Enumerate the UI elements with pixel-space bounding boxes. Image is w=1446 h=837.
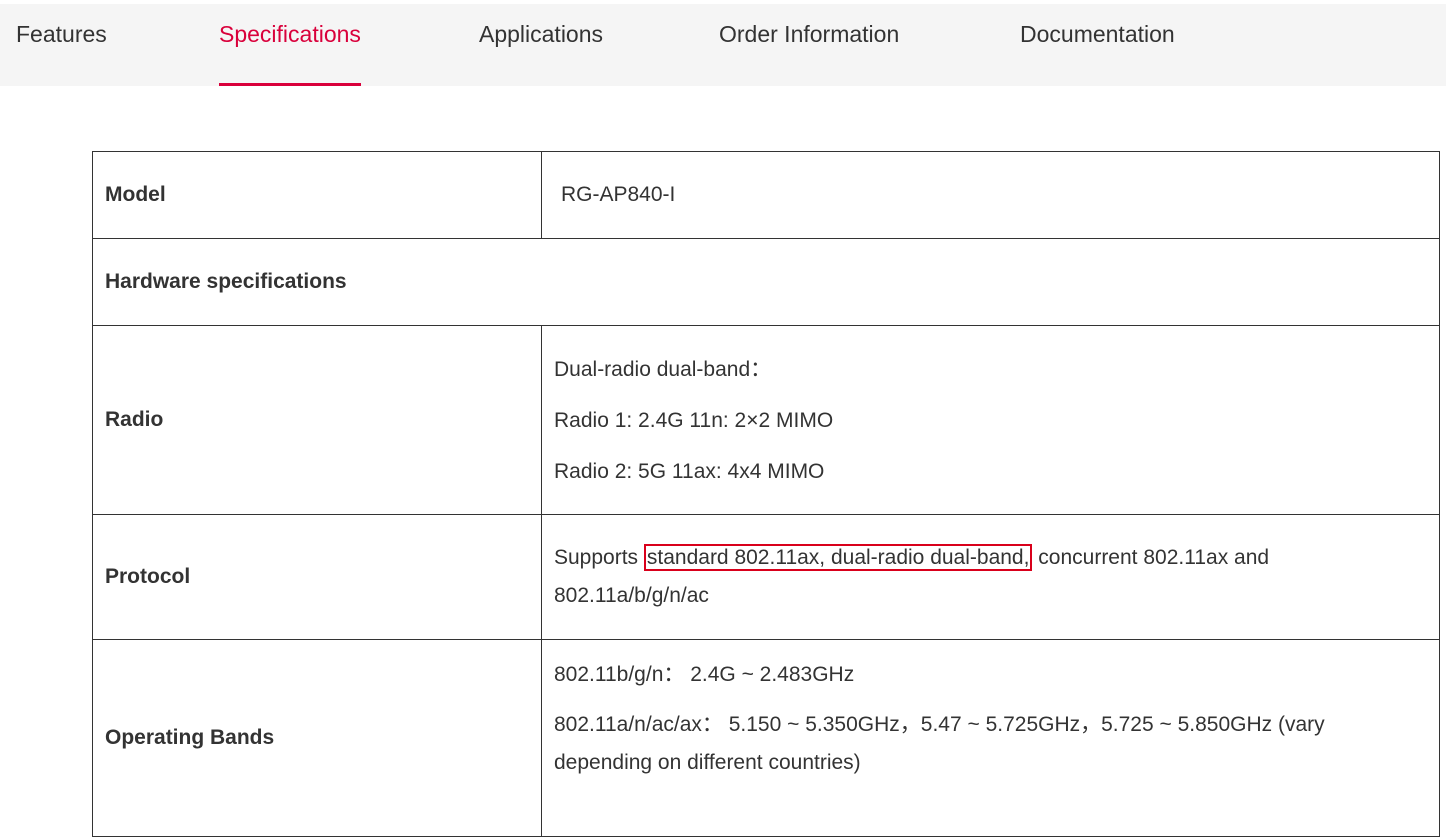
table-row-hardware-section: Hardware specifications (92, 238, 1440, 326)
protocol-highlight-box: standard 802.11ax, dual-radio dual-band, (643, 544, 1033, 571)
table-row-model: Model RG-AP840-I (92, 151, 1440, 239)
table-row-radio: Radio Dual-radio dual-band： Radio 1: 2.4… (92, 325, 1440, 515)
tab-documentation[interactable]: Documentation (1020, 4, 1175, 86)
radio-value: Dual-radio dual-band： Radio 1: 2.4G 11n:… (541, 325, 1440, 515)
protocol-label: Protocol (92, 514, 542, 640)
tab-features[interactable]: Features (16, 4, 107, 86)
specifications-table: Model RG-AP840-I Hardware specifications… (92, 151, 1440, 837)
radio-line: Radio 2: 5G 11ax: 4x4 MIMO (554, 459, 825, 483)
tab-specifications[interactable]: Specifications (219, 4, 361, 86)
operating-bands-label: Operating Bands (92, 639, 542, 837)
model-value: RG-AP840-I (541, 151, 1440, 239)
operating-band-line: 802.11a/n/ac/ax： 5.150 ~ 5.350GHz，5.47 ~… (554, 713, 1325, 774)
protocol-prefix: Supports (554, 546, 644, 569)
radio-line: Radio 1: 2.4G 11n: 2×2 MIMO (554, 408, 834, 432)
tab-order-information[interactable]: Order Information (719, 4, 899, 86)
protocol-value: Supports standard 802.11ax, dual-radio d… (541, 514, 1440, 640)
tab-bar: Features Specifications Applications Ord… (0, 4, 1446, 86)
tab-applications[interactable]: Applications (479, 4, 603, 86)
radio-line: Dual-radio dual-band： (554, 357, 772, 381)
radio-label: Radio (92, 325, 542, 515)
table-row-protocol: Protocol Supports standard 802.11ax, dua… (92, 514, 1440, 640)
operating-band-line: 802.11b/g/n： 2.4G ~ 2.483GHz (554, 663, 855, 686)
operating-bands-value: 802.11b/g/n： 2.4G ~ 2.483GHz 802.11a/n/a… (541, 639, 1440, 837)
table-row-operating-bands: Operating Bands 802.11b/g/n： 2.4G ~ 2.48… (92, 639, 1440, 837)
hardware-section-heading: Hardware specifications (92, 238, 1440, 326)
model-label: Model (92, 151, 542, 239)
